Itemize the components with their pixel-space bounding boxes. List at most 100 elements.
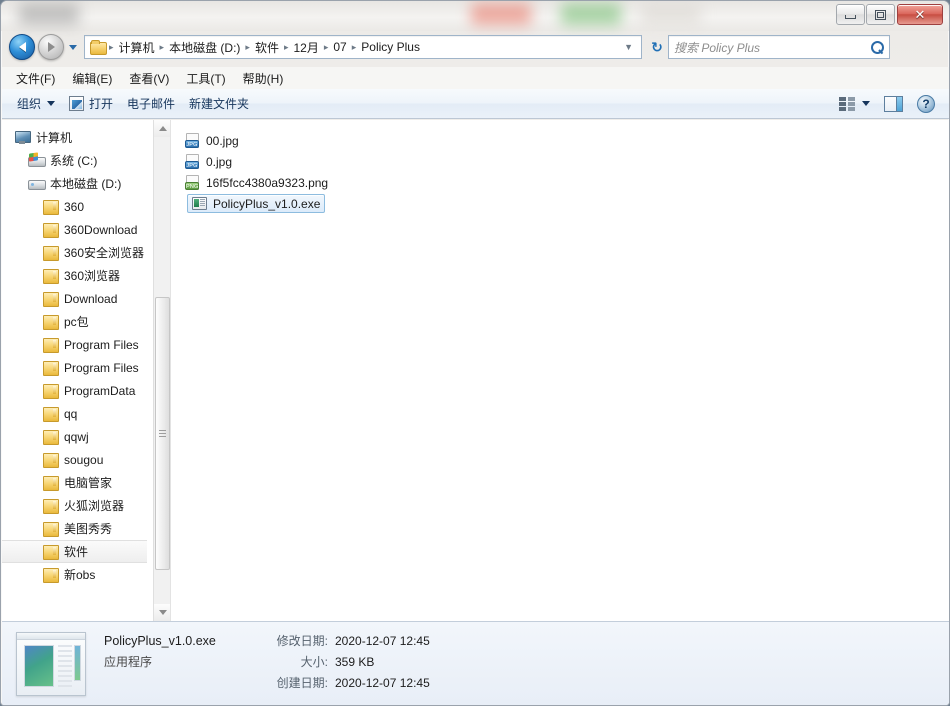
title-bar[interactable]: ✕	[1, 1, 949, 31]
folder-icon	[42, 245, 59, 261]
menu-view[interactable]: 查看(V)	[129, 70, 169, 87]
sidebar-item[interactable]: pc包	[2, 310, 170, 333]
email-label: 电子邮件	[127, 97, 176, 111]
computer-icon	[14, 130, 31, 145]
sidebar-item[interactable]: 360浏览器	[2, 264, 170, 287]
menu-file[interactable]: 文件(F)	[16, 70, 55, 87]
menu-help[interactable]: 帮助(H)	[243, 70, 284, 87]
sidebar-item[interactable]: 系统 (C:)	[2, 149, 170, 172]
sidebar-item[interactable]: Program Files	[2, 356, 170, 379]
sidebar-item-label: 电脑管家	[64, 476, 113, 490]
sidebar-item-label: 美图秀秀	[64, 522, 113, 536]
breadcrumb[interactable]: ▸ 计算机 ▸ 本地磁盘 (D:) ▸ 软件 ▸ 12月 ▸ 07 ▸ Poli…	[84, 35, 642, 59]
sidebar-item[interactable]: sougou	[2, 448, 170, 471]
sidebar-item-label: Download	[64, 291, 118, 306]
new-folder-label: 新建文件夹	[189, 97, 250, 111]
details-row: 应用程序 大小: 359 KB	[104, 653, 430, 674]
file-item[interactable]: PNG 16f5fcc4380a9323.png	[185, 174, 329, 191]
breadcrumb-item-drive-d[interactable]: 本地磁盘 (D:)	[165, 37, 244, 58]
organize-button[interactable]: 组织	[10, 92, 62, 115]
open-button[interactable]: 打开	[62, 92, 120, 115]
preview-pane-button[interactable]	[877, 93, 910, 115]
file-item[interactable]: JPG 0.jpg	[185, 153, 233, 170]
breadcrumb-dropdown-icon[interactable]: ▼	[618, 42, 639, 52]
file-name: 16f5fcc4380a9323.png	[206, 175, 329, 190]
list-item[interactable]: PolicyPlus_v1.0.exe	[181, 193, 326, 214]
help-button[interactable]: ?	[910, 92, 942, 116]
minimize-icon	[845, 15, 856, 19]
sidebar-item-label: 计算机	[36, 131, 73, 145]
sidebar-item[interactable]: 火狐浏览器	[2, 494, 170, 517]
list-item[interactable]: JPG 00.jpg	[181, 130, 239, 151]
list-item[interactable]: PNG 16f5fcc4380a9323.png	[181, 172, 328, 193]
sidebar-item-selected[interactable]: 软件	[2, 540, 147, 563]
back-button[interactable]	[9, 34, 35, 60]
sidebar-item[interactable]: 360Download	[2, 218, 170, 241]
scrollbar-thumb[interactable]	[155, 297, 170, 570]
sidebar-item[interactable]: 电脑管家	[2, 471, 170, 494]
breadcrumb-item-day[interactable]: 07	[329, 38, 350, 56]
sidebar-item-label: 360浏览器	[64, 269, 121, 283]
glass-reflection	[471, 3, 531, 25]
sidebar-item-label: 新obs	[64, 568, 96, 582]
menu-tools[interactable]: 工具(T)	[186, 70, 225, 87]
email-button[interactable]: 电子邮件	[120, 92, 182, 115]
navigation-pane: 计算机系统 (C:) 本地磁盘 (D:) 360 360Download 360安全浏览…	[2, 120, 170, 621]
open-label: 打开	[89, 97, 114, 111]
sidebar-item[interactable]: qqwj	[2, 425, 170, 448]
folder-icon	[42, 429, 59, 445]
details-label-modified: 修改日期:	[276, 634, 328, 648]
nav-scrollbar[interactable]	[153, 120, 170, 621]
content-area: 计算机系统 (C:) 本地磁盘 (D:) 360 360Download 360安全浏览…	[2, 120, 949, 621]
sidebar-item[interactable]: qq	[2, 402, 170, 425]
sidebar-item[interactable]: 美图秀秀	[2, 517, 170, 540]
file-name: 00.jpg	[206, 133, 239, 148]
details-value-size: 359 KB	[335, 655, 375, 669]
scroll-down-button[interactable]	[154, 604, 170, 621]
file-item-selected[interactable]: PolicyPlus_v1.0.exe	[187, 194, 326, 213]
refresh-button[interactable]: ↻	[646, 35, 668, 59]
scroll-up-button[interactable]	[154, 120, 170, 137]
file-name: 0.jpg	[206, 154, 233, 169]
minimize-button[interactable]	[836, 4, 865, 25]
sidebar-item[interactable]: 360安全浏览器	[2, 241, 170, 264]
sidebar-item[interactable]: 360	[2, 195, 170, 218]
view-options-button[interactable]	[832, 94, 877, 114]
file-list[interactable]: JPG 00.jpg JPG 0.jpg PNG 16f5fcc4380a9323.png…	[171, 120, 949, 621]
file-item[interactable]: JPG 00.jpg	[185, 132, 239, 149]
sidebar-item[interactable]: Program Files	[2, 333, 170, 356]
search-input[interactable]: 搜索 Policy Plus	[668, 35, 890, 59]
list-item[interactable]: JPG 0.jpg	[181, 151, 232, 172]
sidebar-item-label: 360Download	[64, 222, 138, 237]
application-thumbnail	[16, 631, 86, 696]
history-dropdown-button[interactable]	[66, 44, 80, 50]
breadcrumb-item-ruanjian[interactable]: 软件	[251, 37, 283, 58]
sidebar-item-label: 软件	[64, 545, 89, 559]
forward-button[interactable]	[38, 34, 64, 60]
grip-icon	[159, 428, 166, 439]
sidebar-item-label: 360	[64, 199, 85, 214]
sidebar-item[interactable]: 计算机	[2, 126, 170, 149]
close-button[interactable]: ✕	[897, 4, 943, 25]
open-icon	[69, 96, 85, 111]
caret-down-icon	[158, 610, 167, 615]
maximize-button[interactable]	[866, 4, 895, 25]
sidebar-item[interactable]: 本地磁盘 (D:)	[2, 172, 170, 195]
sidebar-item[interactable]: ProgramData	[2, 379, 170, 402]
folder-icon	[42, 521, 59, 537]
details-label-created: 创建日期:	[276, 676, 328, 690]
details-row: 创建日期: 2020-12-07 12:45	[104, 674, 430, 695]
breadcrumb-item-month[interactable]: 12月	[289, 37, 322, 58]
sidebar-item[interactable]: 新obs	[2, 563, 170, 586]
folder-icon	[42, 337, 59, 353]
sidebar-item-label: ProgramData	[64, 383, 136, 398]
breadcrumb-item-policy-plus[interactable]: Policy Plus	[357, 38, 424, 56]
sidebar-item[interactable]: Download	[2, 287, 170, 310]
address-bar-row: ▸ 计算机 ▸ 本地磁盘 (D:) ▸ 软件 ▸ 12月 ▸ 07 ▸ Poli…	[1, 31, 949, 63]
new-folder-button[interactable]: 新建文件夹	[182, 92, 256, 115]
breadcrumb-item-computer[interactable]: 计算机	[115, 37, 159, 58]
search-icon	[871, 40, 884, 54]
window-controls: ✕	[835, 4, 943, 25]
sidebar-item-label: Program Files	[64, 337, 139, 352]
menu-edit[interactable]: 编辑(E)	[72, 70, 112, 87]
